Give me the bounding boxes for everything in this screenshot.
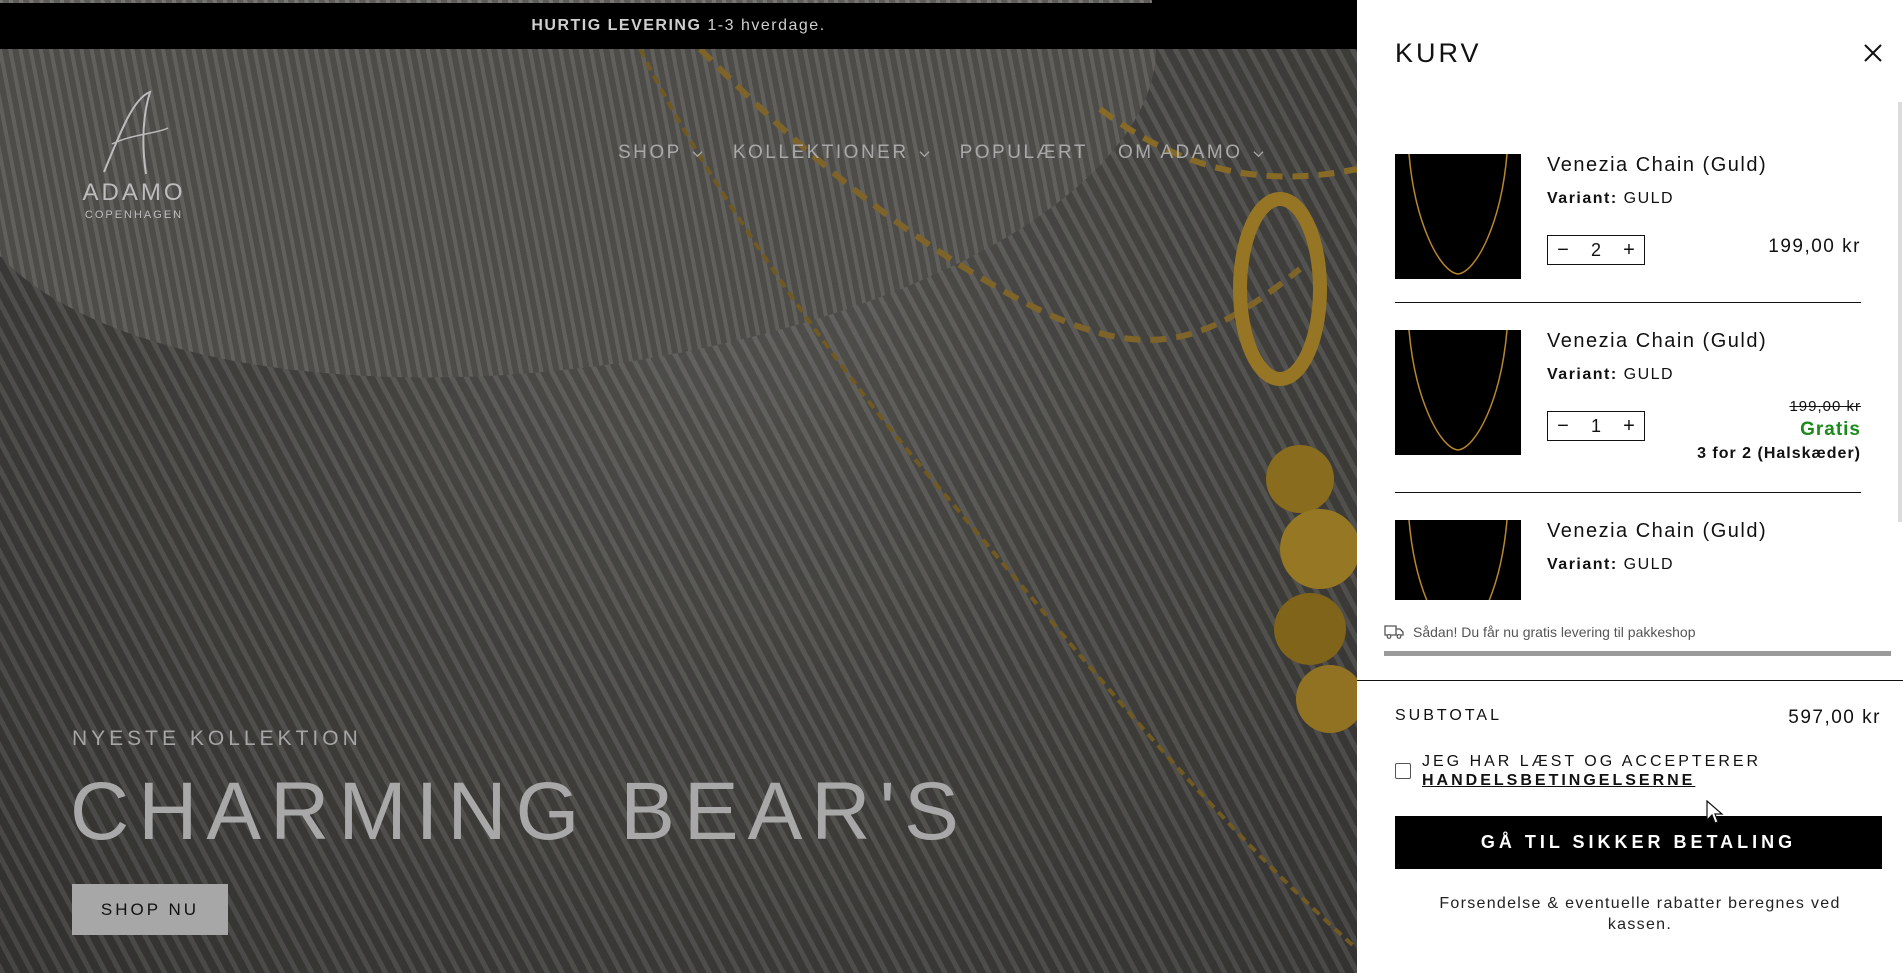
item-variant: Variant: GULD <box>1547 190 1674 208</box>
free-shipping-text: Sådan! Du får nu gratis levering til pak… <box>1413 624 1696 640</box>
variant-value: GULD <box>1623 190 1675 207</box>
variant-label: Variant: <box>1547 366 1618 383</box>
item-divider <box>1395 492 1861 493</box>
nav-item-shop[interactable]: SHOP <box>618 142 703 164</box>
quantity-value[interactable]: 1 <box>1578 416 1614 437</box>
nav-item-om-adamo[interactable]: OM ADAMO <box>1118 142 1264 164</box>
product-thumbnail[interactable] <box>1395 330 1521 455</box>
increase-quantity-button[interactable]: + <box>1614 413 1644 439</box>
nav-item-populaert[interactable]: POPULÆRT <box>960 142 1088 164</box>
logo-mark-icon <box>103 90 169 175</box>
item-title[interactable]: Venezia Chain (Guld) <box>1547 330 1767 353</box>
variant-value: GULD <box>1623 556 1675 573</box>
announcement-bar: HURTIG LEVERING 1-3 hverdage. <box>0 3 1357 49</box>
checkout-button[interactable]: GÅ TIL SIKKER BETALING <box>1395 816 1882 869</box>
cart-drawer: KURV Venezia Chain (Guld) Variant: GULD … <box>1357 0 1903 973</box>
necklace-image-icon <box>1408 520 1508 600</box>
quantity-stepper: − 1 + <box>1547 411 1645 441</box>
discount-label: Gratis <box>1800 419 1861 440</box>
increase-quantity-button[interactable]: + <box>1614 237 1644 263</box>
terms-text: JEG HAR LÆST OG ACCEPTERER <box>1422 753 1762 770</box>
promo-label: 3 for 2 (Halskæder) <box>1697 445 1861 462</box>
terms-link[interactable]: HANDELSBETINGELSERNE <box>1422 771 1695 790</box>
announcement-bold: HURTIG LEVERING <box>531 17 702 34</box>
storefront-page: HURTIG LEVERING 1-3 hverdage. ADAMO COPE… <box>0 0 1357 973</box>
terms-checkbox[interactable] <box>1395 763 1411 779</box>
product-thumbnail[interactable] <box>1395 520 1521 600</box>
quantity-value[interactable]: 2 <box>1578 240 1614 261</box>
variant-value: GULD <box>1623 366 1675 383</box>
announcement-text: 1-3 hverdage. <box>707 17 826 34</box>
delivery-truck-icon <box>1384 625 1404 639</box>
variant-label: Variant: <box>1547 190 1618 207</box>
cart-footer-divider <box>1357 680 1903 681</box>
shipping-info-text: Forsendelse & eventuelle rabatter beregn… <box>1439 895 1841 933</box>
nav-item-kollektioner[interactable]: KOLLEKTIONER <box>733 142 930 164</box>
decrease-quantity-button[interactable]: − <box>1548 413 1578 439</box>
item-variant: Variant: GULD <box>1547 366 1674 384</box>
brand-logo[interactable]: ADAMO COPENHAGEN <box>72 88 196 221</box>
terms-text-block: JEG HAR LÆST OG ACCEPTERER HANDELSBETING… <box>1422 752 1761 790</box>
cart-items-list: Venezia Chain (Guld) Variant: GULD − 2 +… <box>1357 102 1903 600</box>
nav-item-label: SHOP <box>618 142 682 163</box>
item-variant: Variant: GULD <box>1547 556 1674 574</box>
chevron-down-icon <box>692 150 703 157</box>
subtotal-label: SUBTOTAL <box>1395 707 1502 724</box>
hero-title: CHARMING BEAR'S <box>70 766 968 857</box>
product-thumbnail[interactable] <box>1395 154 1521 279</box>
mouse-cursor-icon <box>1706 800 1724 824</box>
nav-item-label: KOLLEKTIONER <box>732 142 909 163</box>
original-price: 199,00 kr <box>1789 398 1861 415</box>
close-icon <box>1864 44 1882 62</box>
quantity-stepper: − 2 + <box>1547 235 1645 265</box>
main-navigation: SHOP KOLLEKTIONER POPULÆRT OM ADAMO <box>618 142 1264 164</box>
item-title[interactable]: Venezia Chain (Guld) <box>1547 520 1767 543</box>
close-cart-button[interactable] <box>1862 42 1884 64</box>
necklace-image-icon <box>1408 154 1508 275</box>
free-shipping-progress-bar <box>1384 651 1891 656</box>
decrease-quantity-button[interactable]: − <box>1548 237 1578 263</box>
shop-now-button[interactable]: SHOP NU <box>72 884 228 935</box>
terms-acceptance: JEG HAR LÆST OG ACCEPTERER HANDELSBETING… <box>1395 752 1761 790</box>
item-price: 199,00 kr <box>1768 236 1861 257</box>
necklace-image-icon <box>1408 330 1508 451</box>
nav-item-label: POPULÆRT <box>959 142 1088 163</box>
chevron-down-icon <box>919 150 930 157</box>
hero-eyebrow: NYESTE KOLLEKTION <box>72 727 362 750</box>
subtotal-value: 597,00 kr <box>1788 707 1881 728</box>
logo-subtitle: COPENHAGEN <box>84 209 184 221</box>
item-divider <box>1395 302 1861 303</box>
item-title[interactable]: Venezia Chain (Guld) <box>1547 154 1767 177</box>
nav-item-label: OM ADAMO <box>1117 142 1243 163</box>
variant-label: Variant: <box>1547 556 1618 573</box>
chevron-down-icon <box>1252 150 1264 157</box>
cart-title: KURV <box>1395 38 1482 68</box>
free-shipping-notice: Sådan! Du får nu gratis levering til pak… <box>1384 624 1696 640</box>
logo-name: ADAMO <box>82 179 186 206</box>
